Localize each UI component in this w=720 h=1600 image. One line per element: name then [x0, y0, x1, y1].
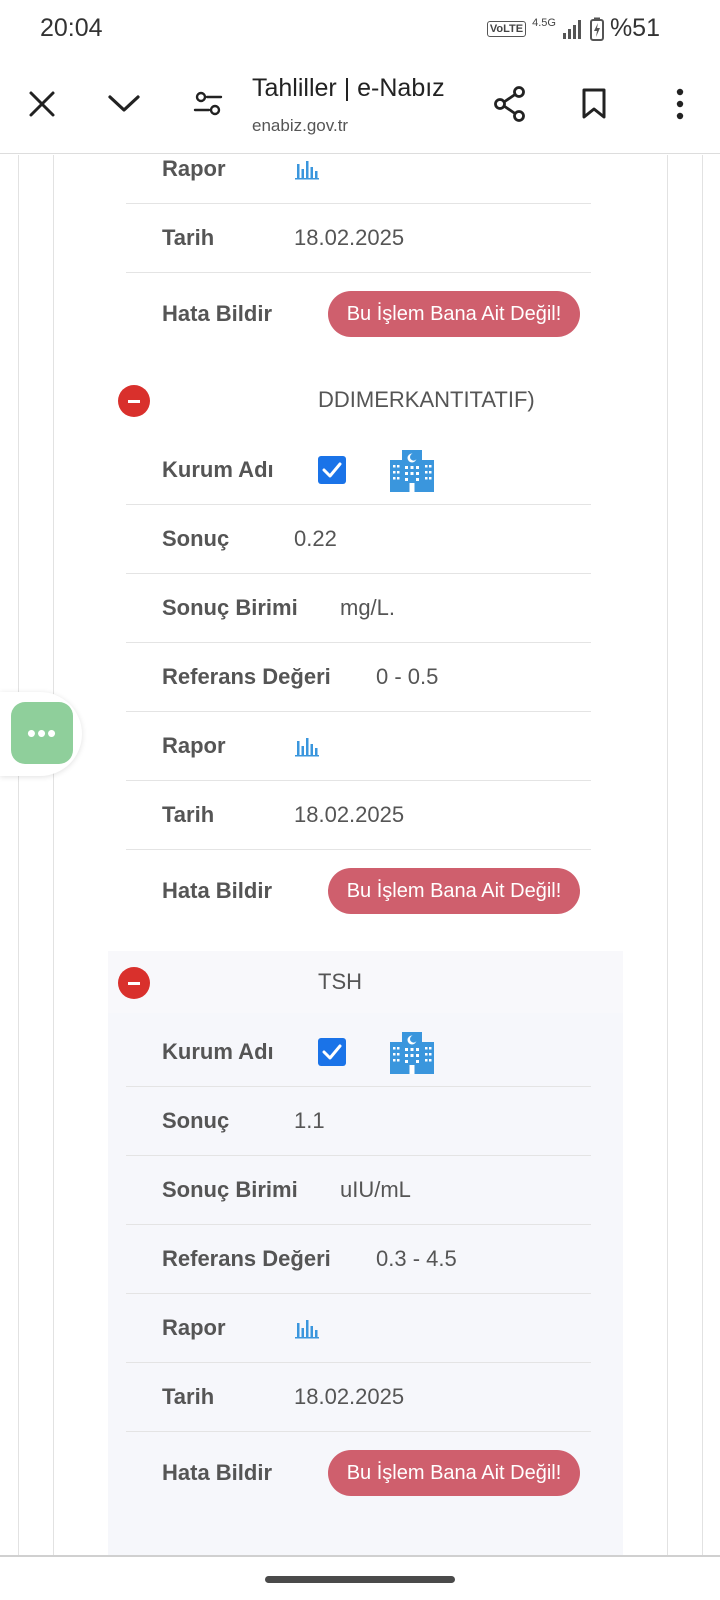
rapor-label: Rapor	[162, 156, 226, 181]
tarih-label: Tarih	[162, 802, 215, 827]
report-chart-icon[interactable]	[294, 735, 320, 757]
ddimer-sonuc-row: Sonuç 0.22	[126, 505, 591, 574]
share-button[interactable]	[490, 84, 530, 124]
check-icon	[322, 462, 342, 478]
referans-label: Referans Değeri	[162, 664, 331, 689]
battery-charging-icon	[589, 17, 604, 41]
frame-border-left	[18, 155, 54, 1555]
close-tab-button[interactable]	[22, 84, 62, 124]
partial-rapor-row: Rapor	[126, 155, 591, 204]
signal-icon	[562, 19, 581, 39]
tarih-value: 18.02.2025	[294, 225, 405, 250]
tsh-kurum-row: Kurum Adı	[126, 1018, 591, 1087]
ddimer-birim-row: Sonuç Birimi mg/L.	[126, 574, 591, 643]
close-icon	[29, 91, 55, 117]
section-title: TSH	[318, 969, 362, 994]
hata-bildir-label: Hata Bildir	[162, 1460, 273, 1485]
sonuc-birimi-label: Sonuç Birimi	[162, 1177, 298, 1202]
institution-checkbox[interactable]	[318, 456, 346, 484]
sonuc-label: Sonuç	[162, 526, 230, 551]
hata-bildir-label: Hata Bildir	[162, 878, 273, 903]
rapor-label: Rapor	[162, 1315, 226, 1340]
sonuc-birimi-value: uIU/mL	[340, 1177, 411, 1202]
tarih-value: 18.02.2025	[294, 1384, 405, 1409]
more-options-button[interactable]	[660, 84, 700, 124]
collapse-icon[interactable]	[118, 967, 150, 999]
tsh-sonuc-row: Sonuç 1.1	[126, 1087, 591, 1156]
hospital-icon[interactable]	[388, 1028, 436, 1076]
tsh-referans-row: Referans Değeri 0.3 - 4.5	[126, 1225, 591, 1294]
report-error-button[interactable]: Bu İşlem Bana Ait Değil!	[328, 1450, 580, 1496]
tarih-value: 18.02.2025	[294, 802, 405, 827]
ddimer-section-header[interactable]: DDIMERKANTITATIF)	[108, 369, 623, 431]
frame-border-right	[667, 155, 703, 1555]
ddimer-rapor-row: Rapor	[126, 712, 591, 781]
status-bar: 20:04 VoLTE 4.5G %51	[0, 0, 720, 56]
browser-toolbar: Tahliller | e-Nabız enabiz.gov.tr	[0, 56, 720, 154]
share-icon	[494, 86, 525, 122]
sonuc-birimi-value: mg/L.	[340, 595, 396, 620]
kurum-adi-label: Kurum Adı	[162, 1039, 274, 1064]
report-error-button[interactable]: Bu İşlem Bana Ait Değil!	[328, 868, 580, 914]
page-title: Tahliller | e-Nabız	[252, 74, 445, 102]
page-url: enabiz.gov.tr	[252, 116, 349, 135]
tsh-rapor-row: Rapor	[126, 1294, 591, 1363]
referans-label: Referans Değeri	[162, 1246, 331, 1271]
hospital-icon[interactable]	[388, 446, 436, 494]
tarih-label: Tarih	[162, 225, 215, 250]
ddimer-kurum-row: Kurum Adı	[126, 436, 591, 505]
sonuc-value: 0.22	[294, 526, 337, 551]
report-error-button[interactable]: Bu İşlem Bana Ait Değil!	[328, 291, 580, 337]
floating-menu-button[interactable]: •••	[11, 702, 73, 764]
site-settings-button[interactable]	[188, 84, 228, 124]
partial-hata-row: Hata Bildir Bu İşlem Bana Ait Değil!	[126, 273, 591, 355]
collapse-icon[interactable]	[118, 385, 150, 417]
kurum-adi-label: Kurum Adı	[162, 457, 274, 482]
status-indicators: VoLTE 4.5G %51	[486, 14, 660, 43]
bottom-divider	[0, 1555, 720, 1557]
volte-indicator: VoLTE	[486, 20, 527, 37]
ddimer-referans-row: Referans Değeri 0 - 0.5	[126, 643, 591, 712]
ddimer-tarih-row: Tarih 18.02.2025	[126, 781, 591, 850]
floating-menu-container: •••	[0, 692, 82, 776]
tsh-tarih-row: Tarih 18.02.2025	[126, 1363, 591, 1432]
minimize-button[interactable]	[104, 84, 144, 124]
referans-value: 0 - 0.5	[376, 664, 439, 689]
tarih-label: Tarih	[162, 1384, 215, 1409]
partial-tarih-row: Tarih 18.02.2025	[126, 204, 591, 273]
institution-checkbox[interactable]	[318, 1038, 346, 1066]
hata-bildir-label: Hata Bildir	[162, 301, 273, 326]
report-chart-icon[interactable]	[294, 1317, 320, 1339]
gesture-bar[interactable]	[265, 1576, 455, 1583]
bookmark-icon	[582, 88, 606, 119]
sonuc-birimi-label: Sonuç Birimi	[162, 595, 298, 620]
rapor-label: Rapor	[162, 733, 226, 758]
tsh-birim-row: Sonuç Birimi uIU/mL	[126, 1156, 591, 1225]
more-vert-icon	[676, 88, 684, 120]
check-icon	[322, 1044, 342, 1060]
status-time: 20:04	[40, 14, 103, 42]
referans-value: 0.3 - 4.5	[376, 1246, 457, 1271]
report-chart-icon[interactable]	[294, 158, 320, 180]
sonuc-label: Sonuç	[162, 1108, 230, 1133]
bookmark-button[interactable]	[574, 84, 614, 124]
ddimer-hata-row: Hata Bildir Bu İşlem Bana Ait Değil!	[126, 850, 591, 932]
sonuc-value: 1.1	[294, 1108, 325, 1133]
battery-percent: %51	[609, 14, 660, 42]
tsh-hata-row: Hata Bildir Bu İşlem Bana Ait Değil!	[126, 1432, 591, 1514]
tsh-section-header[interactable]: TSH	[108, 951, 623, 1013]
section-title: DDIMERKANTITATIF)	[318, 387, 535, 412]
chevron-down-icon	[108, 95, 140, 112]
network-type: 4.5G	[532, 16, 556, 29]
tune-icon	[193, 91, 223, 116]
page-content[interactable]: Rapor Tarih 18.02.2025 Hata Bildir Bu İş…	[0, 155, 720, 1555]
